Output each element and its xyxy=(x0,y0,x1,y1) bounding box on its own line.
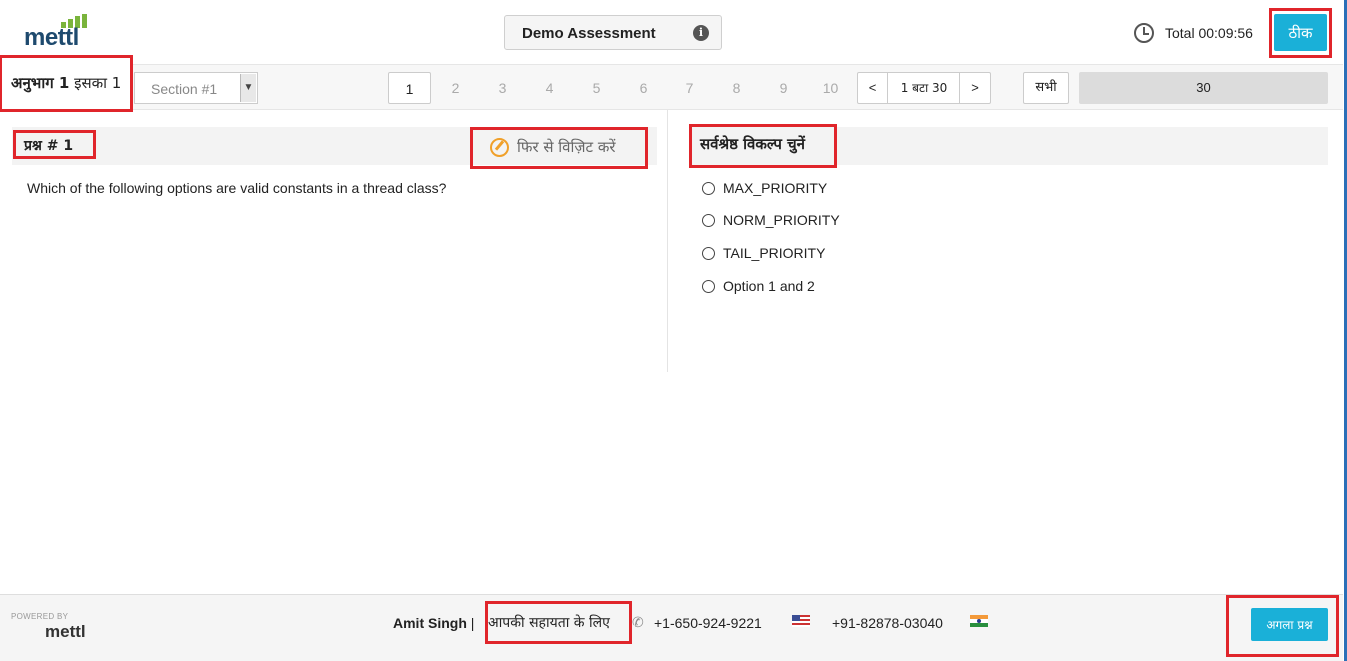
next-question-highlight: अगला प्रश्न xyxy=(1226,595,1339,657)
question-navigation-bar: अनुभाग 1 इसका 1 Section #1 ▼ 1 2 3 4 5 6… xyxy=(0,55,1343,112)
help-text-highlight: आपकी सहायता के लिए xyxy=(485,601,632,644)
ok-button-highlight: ठीक xyxy=(1269,8,1332,58)
assessment-title: Demo Assessment xyxy=(522,25,656,42)
question-number-4[interactable]: 4 xyxy=(528,72,571,104)
next-question-button[interactable]: अगला प्रश्न xyxy=(1251,608,1328,641)
revisit-label: फिर से विज़िट करें xyxy=(517,138,616,156)
section-select-value: Section #1 xyxy=(151,81,218,97)
question-number-9[interactable]: 9 xyxy=(762,72,805,104)
question-header: प्रश्न # 1 फिर से विज़िट करें xyxy=(12,127,657,169)
pencil-icon xyxy=(490,138,509,157)
revisit-button[interactable]: फिर से विज़िट करें xyxy=(470,127,648,169)
support-contact: Amit Singh | xyxy=(393,615,474,631)
pager-next-button[interactable]: > xyxy=(959,73,990,103)
question-number-2[interactable]: 2 xyxy=(434,72,477,104)
pager-prev-button[interactable]: < xyxy=(858,73,888,103)
separator: | xyxy=(466,615,475,631)
radio-button[interactable] xyxy=(702,280,715,293)
footer: POWERED BY mettl Amit Singh | आपकी सहायत… xyxy=(0,594,1343,661)
answer-option-label[interactable]: NORM_PRIORITY xyxy=(723,212,840,228)
question-number-label: प्रश्न # 1 xyxy=(13,130,96,159)
question-number-5[interactable]: 5 xyxy=(575,72,618,104)
assessment-page: mettl Demo Assessment i Total 00:09:56 ठ… xyxy=(0,0,1347,661)
question-number-6[interactable]: 6 xyxy=(622,72,665,104)
question-panel: प्रश्न # 1 फिर से विज़िट करें Which of t… xyxy=(0,110,668,372)
help-text: आपकी सहायता के लिए xyxy=(488,615,610,631)
section-label: अनुभाग 1 इसका 1 xyxy=(0,55,133,112)
question-number-7[interactable]: 7 xyxy=(668,72,711,104)
pager-text: 1 बटा 30 xyxy=(900,81,948,95)
question-number-8[interactable]: 8 xyxy=(715,72,758,104)
chevron-down-icon[interactable]: ▼ xyxy=(240,74,256,102)
radio-button[interactable] xyxy=(702,182,715,195)
us-flag-icon xyxy=(792,615,810,627)
radio-button[interactable] xyxy=(702,247,715,260)
answer-option-label[interactable]: Option 1 and 2 xyxy=(723,278,815,294)
assessment-title-box: Demo Assessment i xyxy=(504,15,722,50)
logo-text: mettl xyxy=(24,24,79,51)
contact-name: Amit Singh xyxy=(393,615,467,631)
section-select[interactable]: Section #1 ▼ xyxy=(134,72,258,104)
radio-button[interactable] xyxy=(702,214,715,227)
clock-icon xyxy=(1134,23,1154,43)
answer-option-label[interactable]: TAIL_PRIORITY xyxy=(723,245,825,261)
answer-option-label[interactable]: MAX_PRIORITY xyxy=(723,180,827,196)
total-count-box: 30 xyxy=(1079,72,1328,104)
answer-panel: सर्वश्रेष्ठ विकल्प चुनें MAX_PRIORITY NO… xyxy=(669,110,1343,372)
section-prefix: अनुभाग 1 xyxy=(11,74,70,92)
section-suffix: इसका 1 xyxy=(69,74,122,92)
powered-by-brand: mettl xyxy=(45,622,86,641)
phone-icon: ✆ xyxy=(632,615,644,631)
powered-by-text: POWERED BY xyxy=(11,612,69,621)
choose-best-option-heading: सर्वश्रेष्ठ विकल्प चुनें xyxy=(689,124,837,168)
info-icon[interactable]: i xyxy=(693,25,709,41)
ok-button[interactable]: ठीक xyxy=(1274,14,1327,51)
answer-header: सर्वश्रेष्ठ विकल्प चुनें xyxy=(689,124,1328,168)
mettl-logo: mettl xyxy=(24,14,94,51)
question-text: Which of the following options are valid… xyxy=(27,180,447,196)
question-number-3[interactable]: 3 xyxy=(481,72,524,104)
question-pager: < 1 बटा 30 > xyxy=(857,72,991,104)
question-number-1[interactable]: 1 xyxy=(388,72,431,104)
phone-us: +1-650-924-9221 xyxy=(654,615,762,631)
phone-india: +91-82878-03040 xyxy=(832,615,943,631)
question-number-10[interactable]: 10 xyxy=(809,72,852,104)
timer-text: Total 00:09:56 xyxy=(1165,25,1253,41)
india-flag-icon xyxy=(970,615,988,627)
header: mettl Demo Assessment i Total 00:09:56 ठ… xyxy=(0,0,1343,64)
all-questions-button[interactable]: सभी xyxy=(1023,72,1069,104)
